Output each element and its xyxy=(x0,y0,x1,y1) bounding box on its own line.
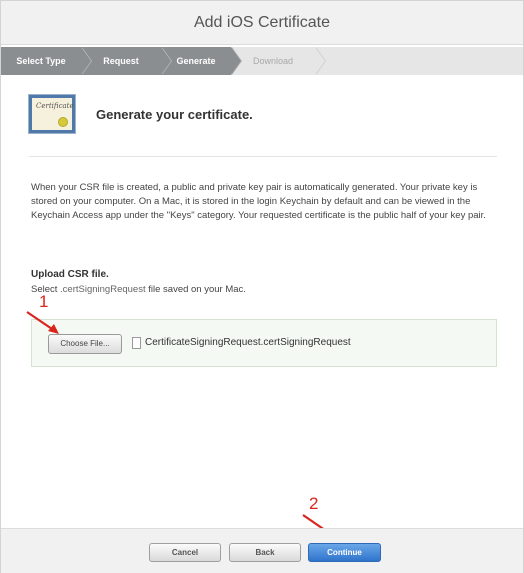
back-button[interactable]: Back xyxy=(229,543,301,562)
annotation-number-2: 2 xyxy=(309,494,319,513)
step-label: Request xyxy=(103,56,139,66)
step-label: Download xyxy=(252,56,294,66)
upload-box: Choose File... CertificateSigningRequest… xyxy=(31,319,497,367)
file-icon xyxy=(132,337,141,349)
annotation-arrow-1-icon xyxy=(26,311,59,334)
footer-bar: Cancel Back Continue xyxy=(1,528,523,573)
divider xyxy=(29,156,497,157)
description-paragraph: When your CSR file is created, a public … xyxy=(31,182,486,221)
step-label: Select Type xyxy=(16,56,66,66)
dialog-window: Add iOS Certificate Select Type Request … xyxy=(0,0,524,573)
continue-button[interactable]: Continue xyxy=(308,543,381,562)
cancel-button[interactable]: Cancel xyxy=(149,543,221,562)
step-download: Download xyxy=(231,47,326,75)
step-progress-bar: Select Type Request Generate Download xyxy=(1,47,523,75)
upload-section-title: Upload CSR file. xyxy=(31,269,109,280)
step-select-type: Select Type xyxy=(1,47,92,75)
page-heading: Generate your certificate. xyxy=(96,107,253,122)
window-title: Add iOS Certificate xyxy=(1,1,523,45)
step-label: Generate xyxy=(176,56,216,66)
step-request: Request xyxy=(81,47,172,75)
upload-description: Select .certSigningRequest file saved on… xyxy=(31,284,246,295)
certificate-icon: Certificate xyxy=(29,95,75,133)
selected-file-name: CertificateSigningRequest.certSigningReq… xyxy=(145,337,351,348)
